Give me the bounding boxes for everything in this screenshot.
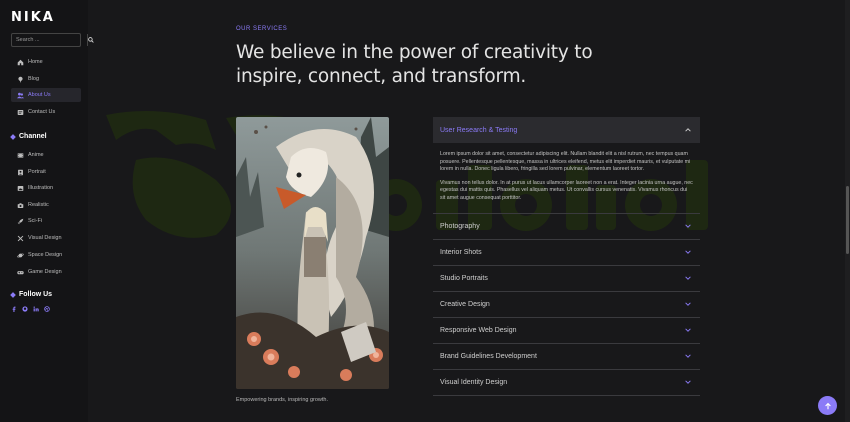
accordion-title: Responsive Web Design <box>440 326 517 334</box>
accordion-title: Studio Portraits <box>440 274 488 282</box>
accordion-title: User Research & Testing <box>440 126 518 134</box>
home-icon <box>17 59 24 66</box>
users-icon <box>17 92 24 99</box>
search-box <box>11 33 94 47</box>
accordion-title: Interior Shots <box>440 248 482 256</box>
channel-item-label: Game Design <box>28 269 62 275</box>
planet-icon <box>17 252 24 259</box>
channel-item-label: Realistic <box>28 202 49 208</box>
gamepad-icon <box>17 269 24 276</box>
contact-icon <box>17 109 24 116</box>
channel-item-label: Visual Design <box>28 235 62 241</box>
channel-item-label: Sci-Fi <box>28 218 43 224</box>
channel-item-label: Anime <box>28 152 44 158</box>
channel-item-realistic[interactable]: Realistic <box>11 198 81 212</box>
scrollbar-thumb[interactable] <box>846 186 849 254</box>
nav-item-label: About Us <box>28 92 51 98</box>
nav-item-blog[interactable]: Blog <box>11 72 81 86</box>
image-caption: Empowering brands, inspiring growth. <box>236 397 329 403</box>
bullet-icon <box>10 133 16 140</box>
channel-heading: Channel <box>10 133 47 140</box>
chevron-down-icon <box>684 300 692 308</box>
nav-item-home[interactable]: Home <box>11 55 81 69</box>
arrow-up-icon <box>824 397 832 415</box>
social-links <box>11 306 50 312</box>
accordion-header-creative-design[interactable]: Creative Design <box>433 292 700 318</box>
chevron-down-icon <box>684 378 692 386</box>
chevron-down-icon <box>684 222 692 230</box>
chevron-down-icon <box>684 248 692 256</box>
accordion-header-user-research[interactable]: User Research & Testing <box>433 117 700 143</box>
bullet-icon <box>10 291 16 298</box>
chevron-up-icon <box>684 126 692 134</box>
chevron-down-icon <box>684 274 692 282</box>
accordion-paragraph: Vivamus non tellus dolor. In at purus ut… <box>440 179 693 201</box>
camera-icon <box>17 202 24 209</box>
github-icon[interactable] <box>22 306 28 312</box>
channel-item-visual-design[interactable]: Visual Design <box>11 231 81 245</box>
channel-item-portrait[interactable]: Portrait <box>11 165 81 179</box>
accordion-title: Creative Design <box>440 300 490 308</box>
accordion-header-visual-identity[interactable]: Visual Identity Design <box>433 370 700 396</box>
accordion-header-photography[interactable]: Photography <box>433 214 700 240</box>
nav-item-label: Blog <box>28 76 40 82</box>
accordion-header-brand-guidelines[interactable]: Brand Guidelines Development <box>433 344 700 370</box>
facebook-icon[interactable] <box>11 306 17 312</box>
channel-item-game-design[interactable]: Game Design <box>11 265 81 279</box>
channel-item-label: Illustration <box>28 185 54 191</box>
channel-item-label: Portrait <box>28 169 46 175</box>
page-scrollbar[interactable] <box>845 0 850 422</box>
back-to-top-button[interactable] <box>818 396 837 415</box>
nav-item-about-us[interactable]: About Us <box>11 88 81 102</box>
nav-item-label: Contact Us <box>28 109 56 115</box>
chevron-down-icon <box>684 326 692 334</box>
search-input[interactable] <box>12 34 87 46</box>
section-eyebrow: OUR SERVICES <box>236 26 288 32</box>
rocket-icon <box>17 218 24 225</box>
channel-item-space-design[interactable]: Space Design <box>11 248 81 262</box>
portrait-icon <box>17 169 24 176</box>
accordion-panel: Lorem ipsum dolor sit amet, consectetur … <box>433 143 700 214</box>
channel-item-anime[interactable]: Anime <box>11 148 81 162</box>
channel-item-label: Space Design <box>28 252 63 258</box>
nav-item-label: Home <box>28 59 43 65</box>
film-icon <box>17 152 24 159</box>
accordion-header-responsive-web-design[interactable]: Responsive Web Design <box>433 318 700 344</box>
accordion-paragraph: Lorem ipsum dolor sit amet, consectetur … <box>440 151 691 173</box>
accordion-header-studio-portraits[interactable]: Studio Portraits <box>433 266 700 292</box>
accordion-title: Brand Guidelines Development <box>440 352 537 360</box>
brand-logo[interactable]: NIKA <box>11 10 55 25</box>
tools-icon <box>17 235 24 242</box>
nav-item-contact-us[interactable]: Contact Us <box>11 105 81 119</box>
dribbble-icon[interactable] <box>44 306 50 312</box>
search-icon[interactable] <box>87 34 94 46</box>
sidebar: NIKA Home Blog About Us Contact Us Chann… <box>0 0 94 422</box>
hero-artwork <box>236 117 389 389</box>
image-icon <box>17 185 24 192</box>
pin-icon <box>17 76 24 83</box>
chevron-down-icon <box>684 352 692 360</box>
accordion-title: Photography <box>440 222 480 230</box>
linkedin-icon[interactable] <box>33 306 39 312</box>
channel-item-illustration[interactable]: Illustration <box>11 181 81 195</box>
channel-item-sci-fi[interactable]: Sci-Fi <box>11 214 81 228</box>
accordion-title: Visual Identity Design <box>440 378 508 386</box>
page-headline: We believe in the power of creativity to… <box>236 42 593 87</box>
services-accordion: User Research & Testing Lorem ipsum dolo… <box>433 117 700 396</box>
follow-heading: Follow Us <box>10 291 52 298</box>
accordion-header-interior-shots[interactable]: Interior Shots <box>433 240 700 266</box>
